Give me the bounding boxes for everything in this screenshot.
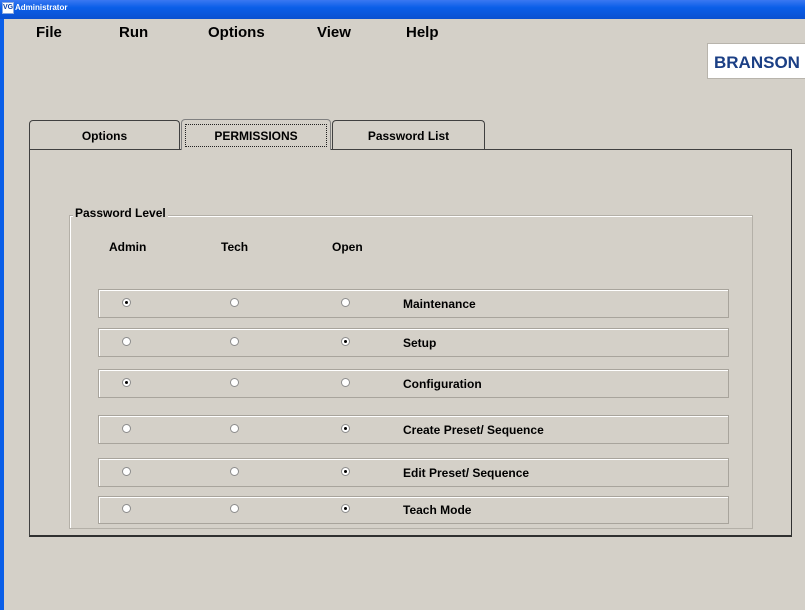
app-icon: VG <box>2 2 14 14</box>
tab-label: PERMISSIONS <box>214 129 298 143</box>
tab-password-list[interactable]: Password List <box>332 120 485 150</box>
permission-row: Setup <box>98 328 729 357</box>
radio-admin[interactable] <box>122 504 131 513</box>
radio-admin[interactable] <box>122 466 131 476</box>
permission-label: Configuration <box>403 376 482 391</box>
radio-admin[interactable] <box>122 336 131 346</box>
column-header-open: Open <box>332 240 363 254</box>
permission-label: Setup <box>403 335 437 350</box>
menu-file[interactable]: File <box>36 24 62 41</box>
radio-tech[interactable] <box>230 504 239 513</box>
column-header-admin: Admin <box>109 240 147 254</box>
radio-tech[interactable] <box>230 377 239 387</box>
permission-label: Edit Preset/ Sequence <box>403 465 530 480</box>
column-header-tech: Tech <box>221 240 249 254</box>
permission-row: Teach Mode <box>98 496 729 524</box>
window-title: Administrator <box>15 3 68 12</box>
tab-permissions[interactable]: PERMISSIONS <box>181 119 331 150</box>
radio-open[interactable] <box>341 297 350 307</box>
window-frame-edge <box>0 19 4 610</box>
menu-options[interactable]: Options <box>208 24 265 41</box>
menu-help[interactable]: Help <box>406 24 439 41</box>
tab-label: Password List <box>367 129 450 143</box>
branson-logo: BRANSON <box>707 43 805 79</box>
radio-tech[interactable] <box>230 423 239 433</box>
title-bar: VG Administrator <box>0 0 805 19</box>
radio-tech[interactable] <box>230 336 239 346</box>
radio-open[interactable] <box>341 377 350 387</box>
tab-options[interactable]: Options <box>29 120 180 150</box>
radio-tech[interactable] <box>230 466 239 476</box>
menu-bar: File Run Options View Help <box>4 19 805 47</box>
group-title: Password Level <box>73 206 168 220</box>
menu-view[interactable]: View <box>317 24 351 41</box>
radio-admin[interactable] <box>122 377 131 387</box>
logo-text: BRANSON <box>714 53 800 72</box>
permission-row: Create Preset/ Sequence <box>98 415 729 444</box>
radio-admin[interactable] <box>122 423 131 433</box>
tab-label: Options <box>81 129 128 143</box>
radio-open[interactable] <box>341 423 350 433</box>
radio-open[interactable] <box>341 466 350 476</box>
permission-label: Maintenance <box>403 296 476 311</box>
radio-tech[interactable] <box>230 297 239 307</box>
permission-row: Edit Preset/ Sequence <box>98 458 729 487</box>
permission-label: Create Preset/ Sequence <box>403 422 544 437</box>
radio-open[interactable] <box>341 336 350 346</box>
permission-row: Maintenance <box>98 289 729 318</box>
permission-row: Configuration <box>98 369 729 398</box>
menu-run[interactable]: Run <box>119 24 148 41</box>
focus-rect: PERMISSIONS <box>185 124 327 147</box>
radio-admin[interactable] <box>122 297 131 307</box>
radio-open[interactable] <box>341 504 350 513</box>
permission-label: Teach Mode <box>403 503 472 517</box>
